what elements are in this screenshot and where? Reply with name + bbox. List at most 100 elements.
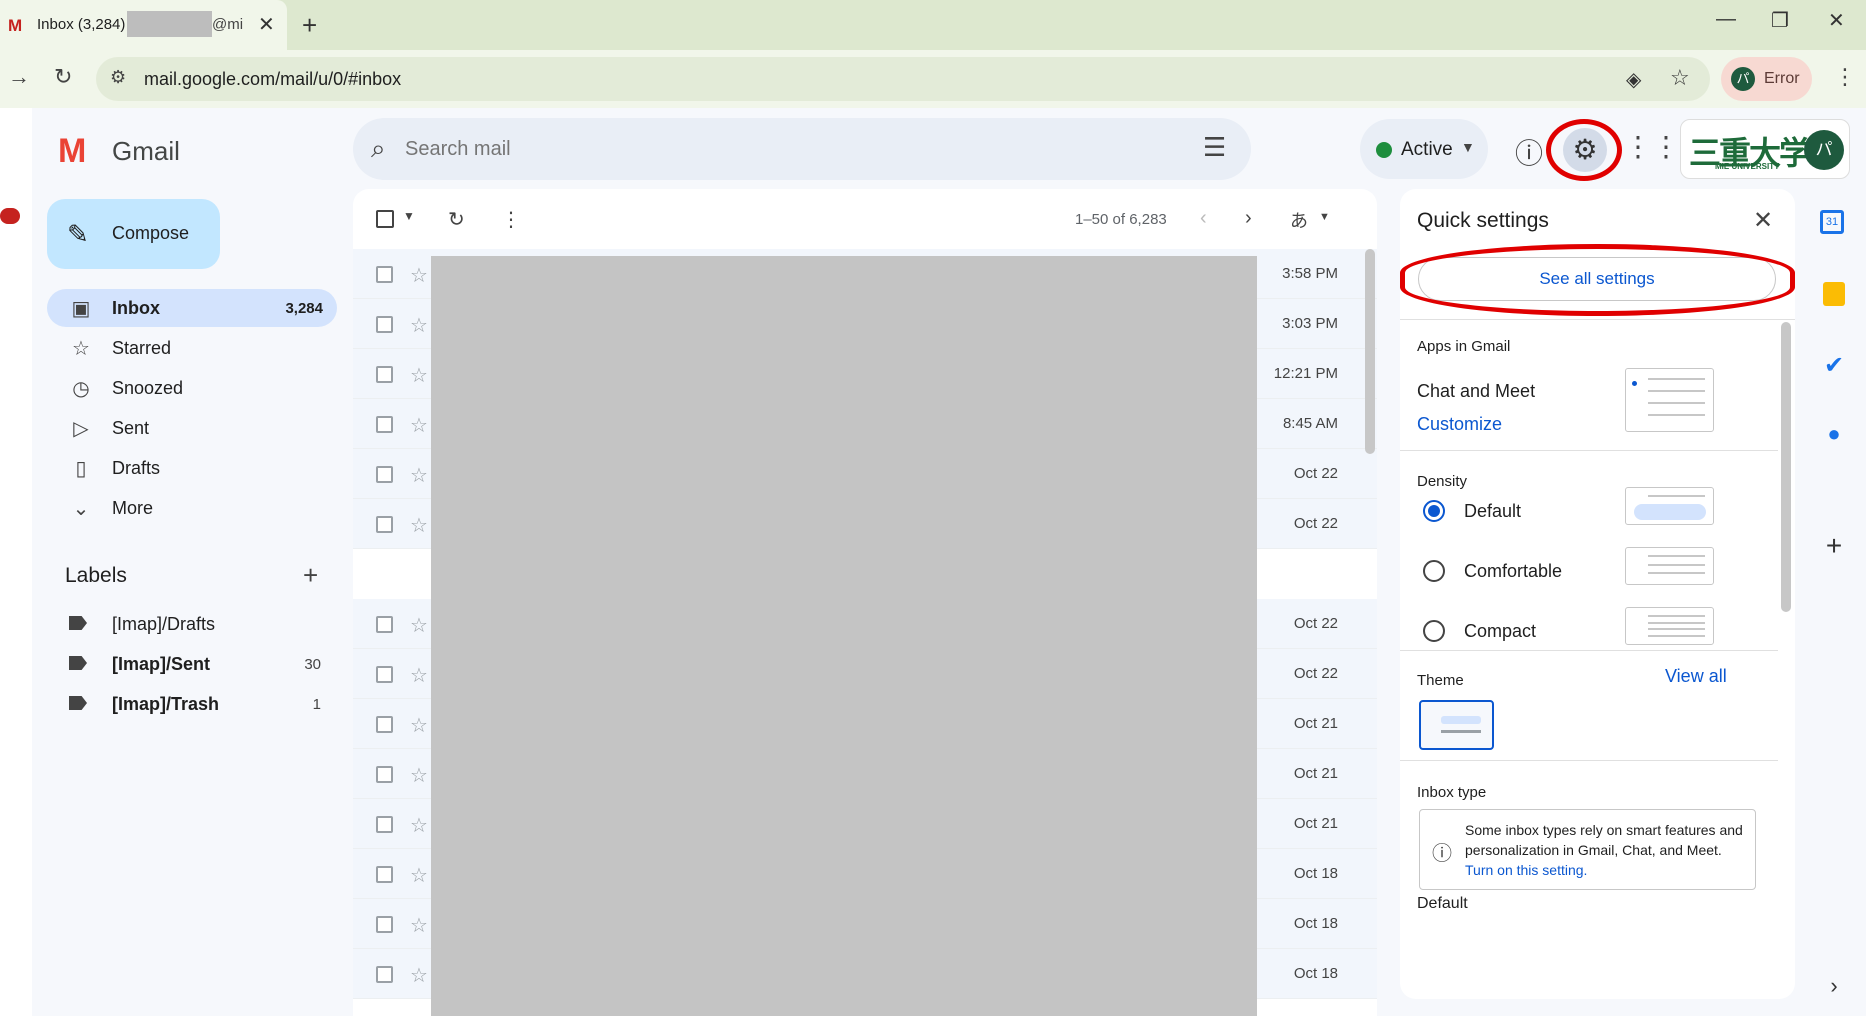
refresh-icon[interactable]: ↻	[448, 207, 465, 232]
add-app-icon[interactable]: +	[1820, 530, 1848, 561]
density-radio-comfortable[interactable]	[1423, 560, 1445, 582]
customize-link[interactable]: Customize	[1417, 414, 1502, 435]
row-checkbox[interactable]	[376, 316, 393, 333]
view-all-themes-link[interactable]: View all	[1665, 666, 1727, 687]
older-page-icon[interactable]: ›	[1245, 207, 1252, 230]
star-icon[interactable]: ☆	[410, 263, 428, 288]
mail-date: Oct 22	[1293, 465, 1338, 482]
tasks-icon[interactable]: ✔	[1820, 351, 1848, 379]
help-icon[interactable]: ⓘ	[1515, 132, 1543, 172]
new-tab-icon[interactable]: +	[302, 10, 317, 41]
row-checkbox[interactable]	[376, 366, 393, 383]
add-label-icon[interactable]: +	[303, 560, 318, 591]
sidebar-item-more[interactable]: ⌄ More	[47, 489, 337, 527]
gmail-wordmark: Gmail	[112, 136, 180, 166]
sidebar-item-sent[interactable]: ▷ Sent	[47, 409, 337, 447]
tab-close-icon[interactable]: ✕	[258, 12, 275, 37]
status-dropdown[interactable]: Active ▼	[1360, 119, 1488, 179]
url-text[interactable]: mail.google.com/mail/u/0/#inbox	[144, 69, 401, 90]
more-actions-icon[interactable]: ⋮	[501, 207, 521, 232]
gmail-logo[interactable]: M Gmail	[58, 132, 180, 171]
star-icon[interactable]: ☆	[410, 863, 428, 888]
star-icon[interactable]: ☆	[410, 513, 428, 538]
restore-icon[interactable]: ❐	[1771, 8, 1789, 33]
extension-icon[interactable]: ◈	[1626, 67, 1641, 92]
input-tools-button[interactable]: あ	[1290, 207, 1308, 233]
compose-button[interactable]: ✎ Compose	[47, 199, 220, 269]
sidebar-item-drafts[interactable]: ▯ Drafts	[47, 449, 337, 487]
label-item[interactable]: [Imap]/Trash 1	[65, 686, 335, 722]
divider	[1400, 650, 1778, 651]
sidebar-item-snoozed[interactable]: ◷ Snoozed	[47, 369, 337, 407]
site-info-icon[interactable]: ⚙	[110, 67, 126, 88]
label-item[interactable]: [Imap]/Drafts	[65, 606, 335, 642]
status-label: Active	[1401, 139, 1453, 160]
density-radio-default[interactable]	[1423, 500, 1445, 522]
omnibox[interactable]: ⚙ mail.google.com/mail/u/0/#inbox ◈ ☆	[96, 57, 1710, 101]
inbox-note-text: Some inbox types rely on smart features …	[1465, 822, 1743, 858]
search-options-icon[interactable]: ☰	[1203, 132, 1226, 163]
search-icon[interactable]: ⌕	[371, 133, 386, 165]
select-dropdown-icon[interactable]: ▼	[403, 209, 415, 223]
browser-tab[interactable]: M Inbox (3,284) @mi ✕	[0, 0, 287, 50]
newer-page-icon[interactable]: ‹	[1200, 207, 1207, 230]
browser-menu-icon[interactable]: ⋮	[1834, 64, 1856, 90]
row-checkbox[interactable]	[376, 816, 393, 833]
input-tools-dropdown-icon[interactable]: ▼	[1319, 211, 1330, 223]
star-icon[interactable]: ☆	[410, 363, 428, 388]
label-item[interactable]: [Imap]/Sent 30	[65, 646, 335, 682]
window-close-icon[interactable]: ✕	[1828, 8, 1845, 33]
forward-icon[interactable]: →	[8, 64, 30, 90]
profile-error-button[interactable]: パ Error	[1721, 57, 1812, 101]
calendar-icon[interactable]: 31	[1820, 210, 1848, 238]
row-checkbox[interactable]	[376, 866, 393, 883]
density-radio-compact[interactable]	[1423, 620, 1445, 642]
star-icon[interactable]: ☆	[410, 413, 428, 438]
row-checkbox[interactable]	[376, 766, 393, 783]
sidebar-item-inbox[interactable]: ▣ Inbox 3,284	[47, 289, 337, 327]
star-icon[interactable]: ☆	[410, 313, 428, 338]
row-checkbox[interactable]	[376, 516, 393, 533]
minimize-icon[interactable]: —	[1716, 8, 1736, 31]
theme-thumbnail[interactable]	[1419, 700, 1494, 750]
star-icon[interactable]: ☆	[410, 913, 428, 938]
star-icon[interactable]: ☆	[410, 613, 428, 638]
row-checkbox[interactable]	[376, 716, 393, 733]
contacts-icon[interactable]: ●	[1820, 421, 1848, 449]
sidebar-item-starred[interactable]: ☆ Starred	[47, 329, 337, 367]
keep-icon[interactable]	[1820, 282, 1848, 310]
scrollbar-thumb[interactable]	[1365, 249, 1375, 454]
density-preview-thumb	[1625, 607, 1714, 645]
row-checkbox[interactable]	[376, 666, 393, 683]
star-icon[interactable]: ☆	[410, 763, 428, 788]
search-input[interactable]	[405, 132, 1105, 166]
reload-icon[interactable]: ↻	[54, 64, 72, 90]
density-heading: Density	[1417, 473, 1468, 490]
star-icon[interactable]: ☆	[410, 963, 428, 988]
row-checkbox[interactable]	[376, 916, 393, 933]
chevron-down-icon: ⌄	[72, 498, 90, 520]
star-icon[interactable]: ☆	[410, 713, 428, 738]
account-avatar[interactable]: パ	[1804, 130, 1844, 170]
turn-on-setting-link[interactable]: Turn on this setting.	[1465, 862, 1587, 878]
row-checkbox[interactable]	[376, 266, 393, 283]
row-checkbox[interactable]	[376, 966, 393, 983]
select-all-checkbox[interactable]	[376, 210, 394, 228]
star-icon[interactable]: ☆	[410, 663, 428, 688]
apps-in-gmail-heading: Apps in Gmail	[1417, 338, 1511, 355]
star-icon[interactable]: ☆	[410, 463, 428, 488]
search-bar[interactable]: ⌕ ☰	[353, 118, 1251, 180]
info-icon: ⓘ	[1432, 843, 1452, 865]
mail-date: Oct 21	[1293, 815, 1338, 832]
star-icon[interactable]: ☆	[410, 813, 428, 838]
row-checkbox[interactable]	[376, 416, 393, 433]
row-checkbox[interactable]	[376, 466, 393, 483]
expand-rail-icon[interactable]: ›	[1820, 973, 1848, 1001]
mail-list-scrollbar[interactable]	[1363, 249, 1377, 454]
close-icon[interactable]: ✕	[1753, 206, 1773, 235]
apps-grid-icon[interactable]: ⋮⋮	[1624, 130, 1680, 163]
quick-settings-scrollbar[interactable]	[1781, 322, 1791, 612]
row-checkbox[interactable]	[376, 616, 393, 633]
bookmark-star-icon[interactable]: ☆	[1670, 65, 1690, 91]
account-switcher[interactable]: 三重大学 MIE UNIVERSITY パ	[1680, 119, 1850, 179]
